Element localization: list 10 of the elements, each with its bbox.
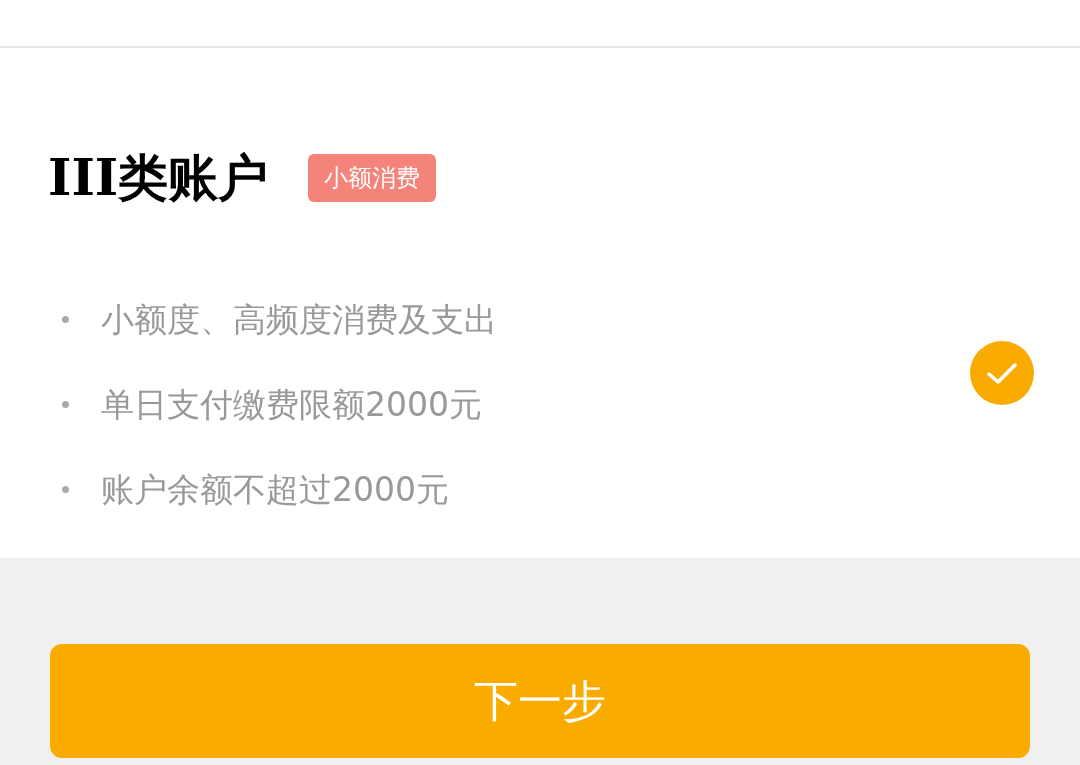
bullet-icon: [62, 486, 69, 493]
feature-text: 小额度、高频度消费及支出: [101, 299, 497, 341]
check-icon: [970, 341, 1034, 405]
feature-text: 账户余额不超过2000元: [101, 469, 449, 511]
feature-text: 单日支付缴费限额2000元: [101, 384, 482, 426]
account-card[interactable]: III类账户 小额消费 小额度、高频度消费及支出 单日支付缴费限额2000元 账户余额不超过2000元: [0, 48, 1080, 558]
bullet-icon: [62, 401, 69, 408]
account-tag: 小额消费: [308, 154, 437, 202]
account-title: III类账户: [48, 148, 269, 208]
bullet-icon: [62, 316, 69, 323]
